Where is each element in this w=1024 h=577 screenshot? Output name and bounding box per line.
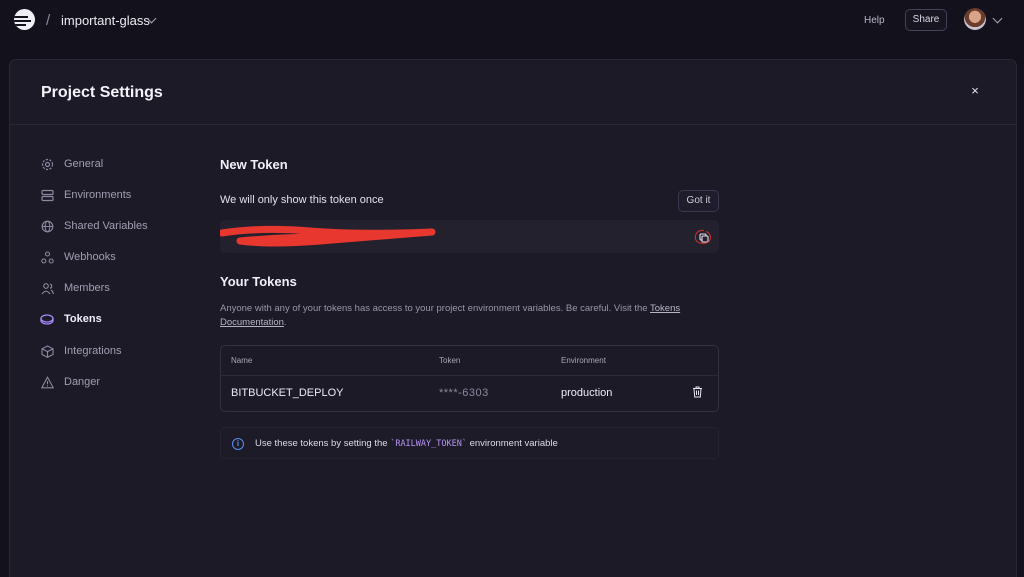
tokens-description: Anyone with any of your tokens has acces… (220, 302, 710, 330)
your-tokens-heading: Your Tokens (220, 274, 297, 289)
project-settings-modal: Project Settings × General Environments … (9, 59, 1017, 577)
token-icon (40, 312, 54, 326)
table-divider (221, 375, 718, 376)
token-notice: We will only show this token once (220, 194, 384, 206)
globe-icon (40, 219, 54, 233)
sidebar-item-label: Members (64, 282, 110, 294)
sidebar-item-label: Environments (64, 189, 132, 201)
column-header-name: Name (231, 356, 253, 365)
sidebar-item-general[interactable]: General (40, 154, 103, 174)
column-header-environment: Environment (561, 356, 606, 365)
sidebar-item-shared-variables[interactable]: Shared Variables (40, 216, 148, 236)
copy-icon[interactable] (693, 228, 713, 246)
sidebar-item-label: Integrations (64, 345, 122, 357)
description-suffix: . (283, 317, 287, 328)
railway-token-code: `RAILWAY_TOKEN` (390, 439, 467, 449)
help-link[interactable]: Help (864, 15, 885, 26)
token-masked-cell: ****-6303 (439, 387, 489, 399)
sidebar-item-label: Webhooks (64, 251, 116, 263)
account-chevron-down-icon[interactable] (992, 13, 1003, 24)
cube-icon (40, 344, 54, 358)
top-bar: / important-glass Help Share (0, 0, 1024, 44)
sidebar-item-members[interactable]: Members (40, 278, 110, 298)
sidebar-item-label: Tokens (64, 313, 102, 325)
info-suffix: environment variable (466, 438, 558, 449)
got-it-button[interactable]: Got it (678, 190, 719, 212)
info-icon: i (232, 438, 244, 450)
users-icon (40, 281, 54, 295)
redaction-scribble (220, 225, 436, 247)
project-name[interactable]: important-glass (61, 13, 150, 28)
sidebar-item-tokens[interactable]: Tokens (40, 309, 102, 329)
sidebar-item-danger[interactable]: Danger (40, 372, 100, 392)
token-name-cell: BITBUCKET_DEPLOY (231, 387, 344, 399)
sidebar-item-label: Danger (64, 376, 101, 388)
close-icon[interactable]: × (968, 84, 982, 98)
column-header-token: Token (439, 356, 461, 365)
info-text: Use these tokens by setting the `RAILWAY… (255, 438, 558, 449)
modal-title: Project Settings (41, 84, 163, 101)
gear-icon (40, 157, 54, 171)
avatar[interactable] (964, 8, 986, 30)
layers-icon (40, 188, 54, 202)
sidebar-item-label: General (64, 158, 104, 170)
new-token-heading: New Token (220, 157, 288, 172)
trash-icon[interactable] (692, 386, 703, 398)
modal-divider (10, 124, 1016, 125)
sidebar-item-environments[interactable]: Environments (40, 185, 131, 205)
info-callout: i Use these tokens by setting the `RAILW… (220, 427, 719, 459)
share-button[interactable]: Share (905, 9, 947, 31)
webhook-icon (40, 250, 54, 264)
railway-logo-icon[interactable] (14, 9, 35, 30)
description-text: Anyone with any of your tokens has acces… (220, 303, 651, 314)
info-prefix: Use these tokens by setting the (255, 438, 391, 449)
breadcrumb-separator: / (46, 12, 51, 29)
token-environment-cell: production (561, 387, 613, 399)
tokens-table: Name Token Environment BITBUCKET_DEPLOY … (220, 345, 719, 412)
sidebar-item-label: Shared Variables (64, 220, 148, 232)
sidebar-item-webhooks[interactable]: Webhooks (40, 247, 116, 267)
sidebar-item-integrations[interactable]: Integrations (40, 341, 121, 361)
warning-icon (40, 375, 54, 389)
